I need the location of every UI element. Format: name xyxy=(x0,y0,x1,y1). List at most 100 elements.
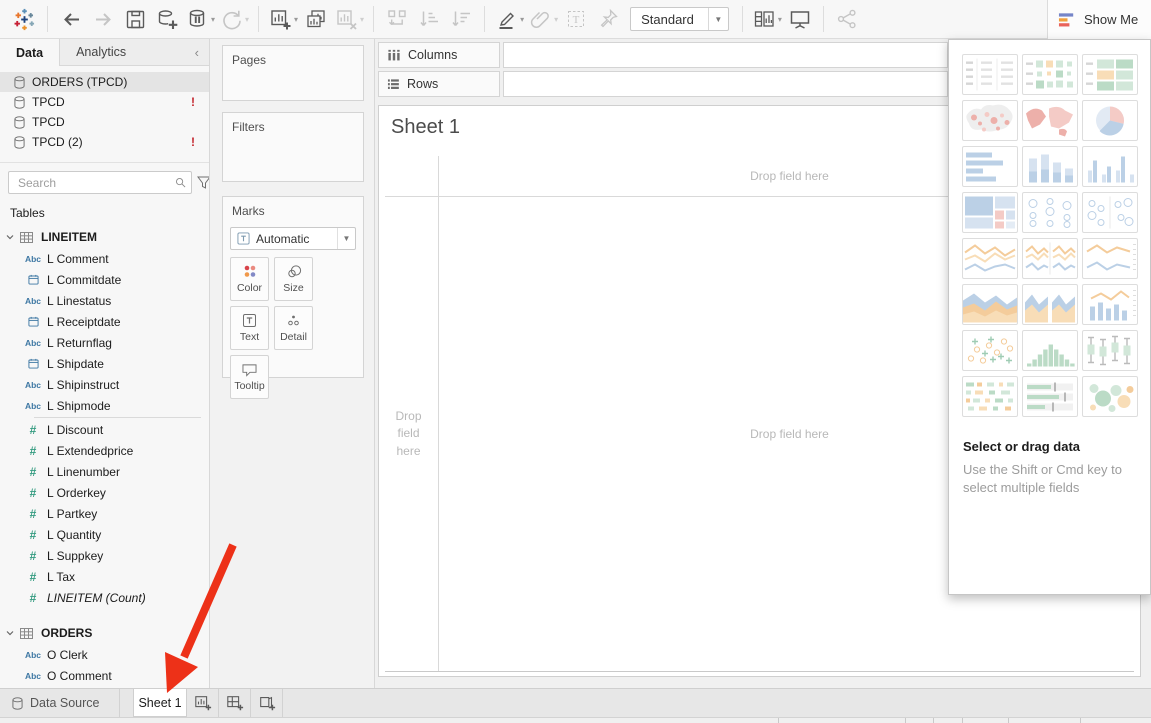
showme-text-table[interactable] xyxy=(962,54,1018,95)
showme-scatter-plots[interactable] xyxy=(962,330,1018,371)
toolbar-fix-axes-button[interactable] xyxy=(594,4,622,34)
field-row[interactable]: AbcL Returnflag xyxy=(0,332,209,353)
showme-pie-chart[interactable] xyxy=(1082,100,1138,141)
toolbar-save-button[interactable] xyxy=(121,4,149,34)
new-dashboard-button[interactable] xyxy=(219,689,251,717)
field-row[interactable]: #L Suppkey xyxy=(0,545,209,566)
field-row[interactable]: AbcO Clerk xyxy=(0,644,209,665)
sheet-1-tab[interactable]: Sheet 1 xyxy=(133,689,187,717)
toolbar-run-auto-updates-button[interactable]: ▾ xyxy=(219,4,249,34)
new-story-button[interactable] xyxy=(251,689,283,717)
marks-detail-button[interactable]: Detail xyxy=(274,306,313,350)
table-group-header[interactable]: ORDERS xyxy=(0,622,209,644)
showme-lines-continuous[interactable] xyxy=(962,238,1018,279)
showme-histogram[interactable] xyxy=(1022,330,1078,371)
showme-gantt[interactable] xyxy=(962,376,1018,417)
search-input[interactable] xyxy=(16,175,175,191)
show-me-label: Show Me xyxy=(1084,12,1138,27)
showme-lines-discrete[interactable] xyxy=(1022,238,1078,279)
field-name: L Orderkey xyxy=(47,486,106,500)
data-source-item[interactable]: ORDERS (TPCD) xyxy=(0,72,209,92)
field-row[interactable]: AbcL Shipinstruct xyxy=(0,374,209,395)
pages-shelf[interactable]: Pages xyxy=(222,45,364,101)
rows-shelf[interactable] xyxy=(503,71,948,97)
showme-box-and-whisker[interactable] xyxy=(1082,330,1138,371)
field-row[interactable]: #L Tax xyxy=(0,566,209,587)
table-group-header[interactable]: LINEITEM xyxy=(0,226,209,248)
showme-treemap[interactable] xyxy=(962,192,1018,233)
toolbar-new-data-source-button[interactable] xyxy=(153,4,181,34)
toolbar-pause-auto-updates-button[interactable]: ▾ xyxy=(185,4,215,34)
marks-tooltip-button[interactable]: Tooltip xyxy=(230,355,269,399)
data-source-item[interactable]: TPCD (2)! xyxy=(0,132,209,152)
showme-area-charts-continuous[interactable] xyxy=(962,284,1018,325)
caret-down-icon: ▾ xyxy=(520,15,524,24)
field-row[interactable]: #L Discount xyxy=(0,419,209,440)
data-source-item[interactable]: TPCD xyxy=(0,112,209,132)
field-row[interactable]: L Commitdate xyxy=(0,269,209,290)
field-row[interactable]: #L Linenumber xyxy=(0,461,209,482)
filters-shelf[interactable]: Filters xyxy=(222,112,364,182)
showme-heatmap[interactable] xyxy=(1022,54,1078,95)
toolbar-forward-button[interactable] xyxy=(89,4,117,34)
toolbar-new-worksheet-button[interactable]: ▾ xyxy=(268,4,298,34)
toolbar-sort-ascending-button[interactable] xyxy=(415,4,443,34)
tab-analytics[interactable]: Analytics xyxy=(60,39,142,65)
marks-text-button[interactable]: Text xyxy=(230,306,269,350)
filter-fields-icon[interactable] xyxy=(197,176,210,189)
showme-bullet-graphs[interactable] xyxy=(1022,376,1078,417)
toolbar-highlight-button[interactable]: ▾ xyxy=(494,4,524,34)
toolbar-show-mark-labels-button[interactable]: T xyxy=(562,4,590,34)
showme-stacked-bars[interactable] xyxy=(1022,146,1078,187)
showme-highlight-table[interactable] xyxy=(1082,54,1138,95)
marks-color-button[interactable]: Color xyxy=(230,257,269,301)
showme-area-charts-discrete[interactable] xyxy=(1022,284,1078,325)
field-row[interactable]: #L Quantity xyxy=(0,524,209,545)
showme-side-by-side-circles[interactable] xyxy=(1082,192,1138,233)
field-row[interactable]: #L Orderkey xyxy=(0,482,209,503)
chevron-down-icon[interactable] xyxy=(6,233,14,241)
showme-dual-combination[interactable] xyxy=(1082,284,1138,325)
showme-symbol-map[interactable] xyxy=(962,100,1018,141)
field-row[interactable]: #L Partkey xyxy=(0,503,209,524)
toolbar-duplicate-sheet-button[interactable] xyxy=(302,4,330,34)
toolbar-fit-button[interactable]: ▾ xyxy=(752,4,782,34)
field-row[interactable]: #LINEITEM (Count) xyxy=(0,587,209,608)
collapse-pane-button[interactable]: ‹ xyxy=(185,39,209,65)
showme-packed-bubbles[interactable] xyxy=(1082,376,1138,417)
view-size-select[interactable]: Standard▼ xyxy=(630,7,729,31)
field-row[interactable]: AbcL Shipmode xyxy=(0,395,209,416)
data-source-tab[interactable]: Data Source xyxy=(0,689,120,717)
toolbar-swap-rows-columns-button[interactable] xyxy=(383,4,411,34)
new-worksheet-button[interactable] xyxy=(187,689,219,717)
showme-side-by-side-bars[interactable] xyxy=(1082,146,1138,187)
toolbar-back-button[interactable] xyxy=(57,4,85,34)
marks-size-button[interactable]: Size xyxy=(274,257,313,301)
size-icon xyxy=(285,264,303,279)
field-row[interactable]: #L Extendedprice xyxy=(0,440,209,461)
number-field-icon: # xyxy=(24,465,42,479)
drop-zone-rows[interactable]: Drop field here xyxy=(379,197,438,671)
tab-data[interactable]: Data xyxy=(0,39,60,66)
mark-type-select[interactable]: Automatic ▼ xyxy=(230,227,356,250)
field-row[interactable]: AbcL Comment xyxy=(0,248,209,269)
field-row[interactable]: AbcL Linestatus xyxy=(0,290,209,311)
field-row[interactable]: AbcO Comment xyxy=(0,665,209,686)
data-source-item[interactable]: TPCD! xyxy=(0,92,209,112)
field-row[interactable]: L Shipdate xyxy=(0,353,209,374)
show-me-button[interactable]: Show Me xyxy=(1047,0,1151,39)
chevron-down-icon[interactable] xyxy=(6,629,14,637)
toolbar-presentation-mode-button[interactable] xyxy=(786,4,814,34)
toolbar-group-members-button[interactable]: ▾ xyxy=(528,4,558,34)
showme-filled-map[interactable] xyxy=(1022,100,1078,141)
toolbar-clear-sheet-button[interactable]: ▾ xyxy=(334,4,364,34)
field-row[interactable]: L Receiptdate xyxy=(0,311,209,332)
toolbar-sort-descending-button[interactable] xyxy=(447,4,475,34)
date-field-icon xyxy=(24,358,42,369)
showme-dual-lines[interactable] xyxy=(1082,238,1138,279)
showme-horizontal-bars[interactable] xyxy=(962,146,1018,187)
search-box[interactable] xyxy=(8,171,192,194)
showme-circle-views[interactable] xyxy=(1022,192,1078,233)
columns-shelf[interactable] xyxy=(503,42,948,68)
toolbar-share-button[interactable] xyxy=(833,4,861,34)
